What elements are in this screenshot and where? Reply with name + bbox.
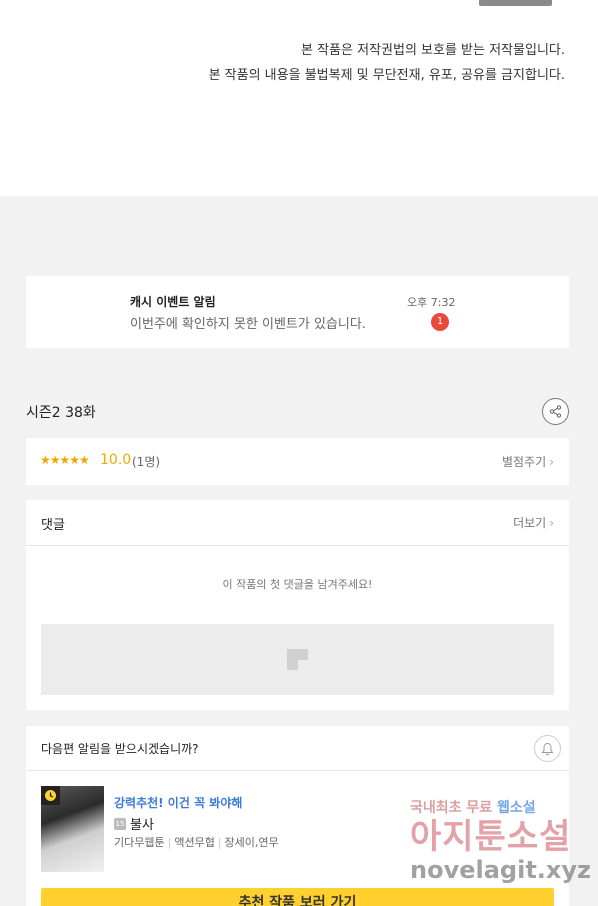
next-episode-question: 다음편 알림을 받으시겠습니까? bbox=[41, 742, 199, 756]
copyright-line-2: 본 작품의 내용을 불법복제 및 무단전재, 유포, 공유를 금지합니다. bbox=[208, 68, 565, 83]
share-icon bbox=[549, 405, 562, 418]
notice-time: 오후 7:32 bbox=[407, 296, 456, 309]
share-button[interactable] bbox=[542, 398, 569, 425]
divider bbox=[26, 770, 569, 771]
recommended-thumbnail[interactable] bbox=[41, 786, 104, 872]
recommend-tag: 강력추천! 이건 꼭 봐야해 bbox=[114, 796, 243, 810]
comments-title: 댓글 bbox=[41, 518, 65, 533]
chevron-right-icon: › bbox=[549, 516, 554, 530]
event-notice-card[interactable]: 캐시 이벤트 알림 이번주에 확인하지 못한 이벤트가 있습니다. 오후 7:3… bbox=[26, 276, 569, 348]
comments-empty-message: 이 작품의 첫 댓글을 남겨주세요! bbox=[222, 578, 373, 591]
rating-count: (1명) bbox=[132, 455, 161, 469]
episode-title: 시즌2 38화 bbox=[26, 405, 96, 421]
category-label: 액션무협 bbox=[174, 836, 215, 849]
image-placeholder-icon bbox=[287, 649, 308, 670]
comments-card: 댓글 더보기 › 이 작품의 첫 댓글을 남겨주세요! bbox=[26, 500, 569, 710]
notice-body: 이번주에 확인하지 못한 이벤트가 있습니다. bbox=[130, 317, 366, 332]
rating-card: ★★★★★ 10.0 (1명) 별점주기 › bbox=[26, 438, 569, 485]
copyright-section: 본 작품은 저작권법의 보호를 받는 저작물입니다. 본 작품의 내용을 불법복… bbox=[0, 0, 598, 196]
notify-toggle-button[interactable] bbox=[534, 735, 561, 762]
top-tab-fragment bbox=[479, 0, 552, 6]
rate-button[interactable]: 별점주기 › bbox=[502, 453, 554, 470]
notice-title: 캐시 이벤트 알림 bbox=[130, 295, 216, 309]
authors-label: 장세이,연무 bbox=[224, 836, 279, 849]
ad-placeholder[interactable] bbox=[41, 624, 554, 695]
notice-count-badge: 1 bbox=[431, 313, 449, 331]
recommended-cta-button[interactable]: 추천 작품 보러 가기 bbox=[41, 888, 554, 906]
recommended-title: 불사 bbox=[130, 818, 154, 833]
rating-stars: ★★★★★ bbox=[40, 453, 90, 467]
genre-label: 기다무웹툰 bbox=[114, 836, 165, 849]
bell-icon bbox=[541, 742, 554, 755]
comments-more-label: 더보기 bbox=[513, 516, 547, 530]
copyright-line-1: 본 작품은 저작권법의 보호를 받는 저작물입니다. bbox=[301, 43, 565, 58]
divider bbox=[26, 545, 569, 546]
rating-score: 10.0 bbox=[100, 452, 132, 468]
recommended-title-row[interactable]: 15 불사 bbox=[114, 814, 154, 833]
next-episode-card: 다음편 알림을 받으시겠습니까? 강력추천! 이건 꼭 봐야해 15 불사 기다… bbox=[26, 726, 569, 906]
age-rating-badge: 15 bbox=[114, 817, 126, 830]
clock-icon bbox=[41, 786, 60, 805]
recommended-meta: 기다무웹툰 | 액션무협 | 장세이,연무 bbox=[114, 834, 279, 850]
separator: | bbox=[217, 836, 222, 849]
chevron-right-icon: › bbox=[549, 455, 554, 469]
separator: | bbox=[167, 836, 172, 849]
rate-button-label: 별점주기 bbox=[502, 455, 547, 469]
comments-more-button[interactable]: 더보기 › bbox=[513, 514, 554, 531]
